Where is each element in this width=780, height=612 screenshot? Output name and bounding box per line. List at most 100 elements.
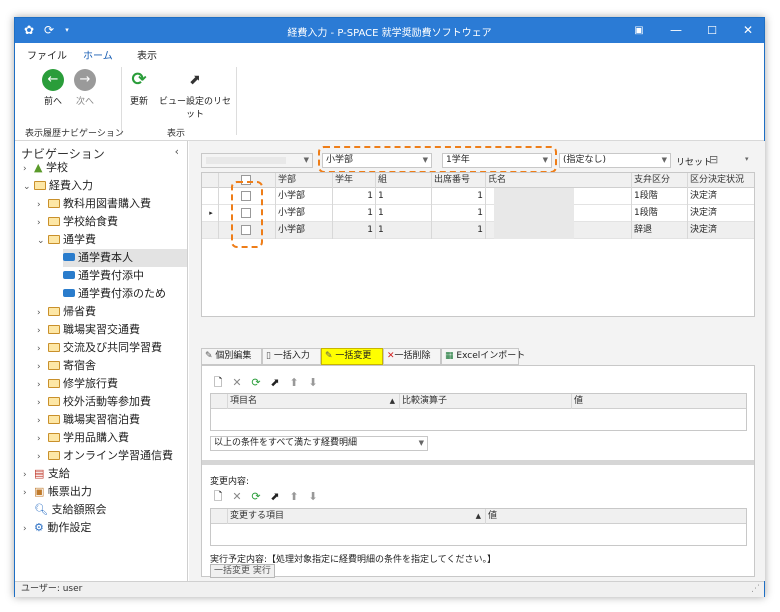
redacted-name	[494, 222, 574, 239]
move-down-icon[interactable]: ⬇	[305, 490, 321, 504]
view-reset-icon[interactable]: ⬈	[267, 376, 283, 390]
nav-item-commute[interactable]: ⌄ 通学費	[37, 231, 96, 249]
new-icon[interactable]: 🗋︎	[210, 490, 226, 504]
folder-icon	[48, 217, 60, 226]
condition-grid-header: 項目名 ▲ 比較演算子 値	[211, 394, 746, 409]
col-header-status[interactable]: 区分決定状況	[688, 173, 756, 188]
table-row[interactable]: 小学部 1 1 1 1段階 決定済	[202, 188, 754, 205]
group-separator	[236, 67, 237, 135]
col-header-change-item[interactable]: 変更する項目 ▲	[228, 509, 486, 524]
folder-icon	[48, 199, 60, 208]
nav-item-settings[interactable]: › ⚙ 動作設定	[23, 519, 91, 537]
group-history-label: 表示履歴ナビゲーション	[25, 129, 124, 139]
nav-item-report[interactable]: › ▣ 帳票出力	[23, 483, 92, 501]
folder-icon	[48, 307, 60, 316]
col-header-payment-class[interactable]: 支弁区分	[632, 173, 688, 188]
sort-up-icon: ▲	[389, 397, 395, 405]
tab-file[interactable]: ファイル	[27, 47, 67, 62]
col-header-change-value[interactable]: 値	[486, 509, 748, 524]
search-icon: 🔍︎	[34, 503, 48, 516]
col-header-operator[interactable]: 比較演算子	[400, 394, 572, 409]
forward-button[interactable]: → 次へ	[72, 69, 98, 107]
col-header-item[interactable]: 項目名 ▲	[228, 394, 400, 409]
nav-item-payment-inquiry[interactable]: 🔍︎ 支給額照会	[34, 501, 106, 519]
nav-item-dormitory[interactable]: › 寄宿舎	[37, 357, 96, 375]
col-header-name[interactable]: 氏名	[486, 173, 632, 188]
nav-item-payment[interactable]: › ▤ 支給	[23, 465, 70, 483]
tab-individual-edit[interactable]: ✎ 個別編集	[201, 348, 262, 365]
delete-icon[interactable]: ✕	[229, 376, 245, 390]
move-up-icon[interactable]: ⬆	[286, 490, 302, 504]
delete-icon[interactable]: ✕	[229, 490, 245, 504]
new-icon[interactable]: 🗋︎	[210, 376, 226, 390]
refresh-button[interactable]: ⟳ 更新	[126, 69, 152, 107]
minimize-button[interactable]: —	[659, 18, 693, 43]
refresh-icon[interactable]: ⟳	[248, 376, 264, 390]
refresh-icon[interactable]: ⟳	[248, 490, 264, 504]
folder-icon	[48, 379, 60, 388]
nav-item-exchange[interactable]: › 交流及び共同学習費	[37, 339, 162, 357]
excel-icon: ▦	[445, 351, 454, 361]
nav-item-school-trip[interactable]: › 修学旅行費	[37, 375, 118, 393]
nav-item-expense-input[interactable]: ⌄ 経費入力	[23, 177, 93, 195]
col-header-grade[interactable]: 学年	[333, 173, 376, 188]
nav-item-workplace-transport[interactable]: › 職場実習交通費	[37, 321, 140, 339]
filter-highlight	[318, 146, 557, 173]
chevron-down-icon: ▼	[303, 156, 309, 164]
checkbox-highlight	[231, 181, 263, 248]
nav-item-workplace-lodging[interactable]: › 職場実習宿泊費	[37, 411, 140, 429]
col-header-class[interactable]: 組	[376, 173, 432, 188]
gear-icon: ⚙	[34, 521, 44, 534]
back-button[interactable]: ← 前へ	[40, 69, 66, 107]
close-button[interactable]: ✕	[731, 18, 765, 43]
tab-bulk-change[interactable]: ✎ 一括変更	[321, 348, 383, 365]
tab-excel-import[interactable]: ▦ Excelインポート	[441, 348, 525, 365]
class-select[interactable]: (指定なし) ▼	[559, 153, 671, 168]
view-reset-icon[interactable]: ⬈	[267, 490, 283, 504]
nav-item-commute-self[interactable]: 通学費本人	[63, 249, 187, 267]
col-header-number[interactable]: 出席番号	[432, 173, 486, 188]
folder-icon	[48, 235, 60, 244]
nav-item-home-visit[interactable]: › 帰省費	[37, 303, 96, 321]
tab-bulk-input[interactable]: ▯ 一括入力	[262, 348, 321, 365]
layout-icon[interactable]: ⊟	[709, 153, 718, 166]
nav-item-lunch[interactable]: › 学校給食費	[37, 213, 118, 231]
reset-view-button[interactable]: ⬈ ビュー設定のリセット	[157, 69, 233, 120]
nav-item-outside-activity[interactable]: › 校外活動等参加費	[37, 393, 151, 411]
document-icon: ▯	[266, 351, 271, 361]
app-window: ✿ ⟳ ▾ 経費入力 - P-SPACE 就学奨励費ソフトウェア ▣ — ☐ ✕…	[14, 17, 765, 597]
nav-item-school[interactable]: › ▲ 学校	[23, 159, 68, 177]
maximize-button[interactable]: ☐	[695, 18, 729, 43]
condition-mode-select[interactable]: 以上の条件をすべて満たす経費明細 ▼	[210, 436, 428, 451]
redacted-name	[494, 205, 574, 222]
execute-bulk-change-button[interactable]: 一括変更 実行	[210, 564, 275, 578]
col-header-value[interactable]: 値	[572, 394, 748, 409]
table-row[interactable]: 小学部 1 1 1 辞退 決定済	[202, 222, 754, 239]
school-select[interactable]: ▼	[201, 153, 313, 168]
collapse-icon[interactable]: ‹	[175, 145, 179, 158]
resize-grip-icon[interactable]: ⋰	[751, 582, 760, 597]
group-view-label: 表示	[167, 129, 186, 139]
move-up-icon[interactable]: ⬆	[286, 376, 302, 390]
main-area: ▼ 小学部 ▼ 1学年 ▼ (指定なし) ▼ リセット ⊟ ▾ 学部 学年 組 出席番…	[189, 141, 765, 581]
col-header-dept[interactable]: 学部	[276, 173, 333, 188]
change-label: 変更内容:	[210, 477, 250, 487]
move-down-icon[interactable]: ⬇	[305, 376, 321, 390]
restore-pane-icon[interactable]: ▣	[622, 18, 656, 43]
more-dropdown-icon[interactable]: ▾	[745, 155, 749, 163]
folder-icon	[34, 181, 46, 190]
folder-icon	[48, 415, 60, 424]
reset-filter-button[interactable]: リセット	[676, 155, 712, 168]
nav-item-supplies[interactable]: › 学用品購入費	[37, 429, 129, 447]
table-row[interactable]: ▸ 小学部 1 1 1 1段階 決定済	[202, 205, 754, 222]
nav-item-online-learning[interactable]: › オンライン学習通信費	[37, 447, 173, 465]
nav-item-commute-escort-for[interactable]: 通学費付添のため	[63, 285, 166, 303]
nav-item-commute-escort[interactable]: 通学費付添中	[63, 267, 144, 285]
sort-up-icon: ▲	[475, 512, 481, 520]
tab-view[interactable]: 表示	[137, 47, 157, 62]
nav-item-textbook[interactable]: › 教科用図書購入費	[37, 195, 151, 213]
refresh-icon: ⟳	[128, 69, 150, 91]
document-edit-icon: ✎	[325, 351, 333, 361]
splitter[interactable]	[202, 460, 754, 465]
tab-bulk-delete[interactable]: ✕一括削除	[383, 348, 441, 365]
